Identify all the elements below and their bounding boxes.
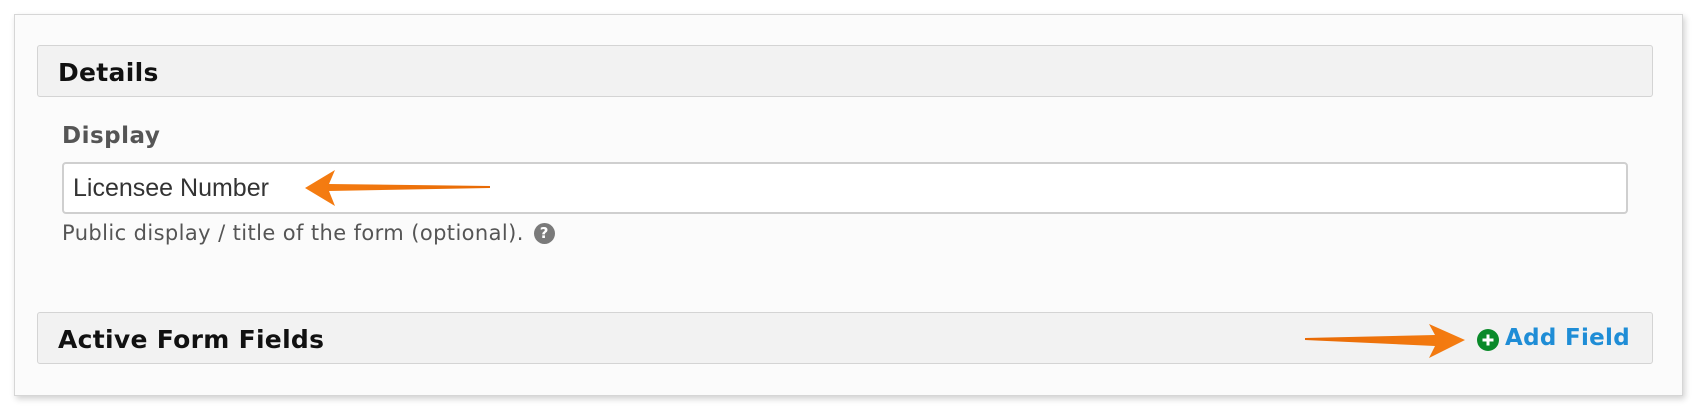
- details-section-title: Details: [58, 58, 159, 87]
- annotation-arrow-left: [305, 170, 490, 206]
- display-field-label: Display: [62, 123, 161, 149]
- active-form-fields-title: Active Form Fields: [58, 325, 325, 354]
- display-help-text: Public display / title of the form (opti…: [62, 221, 524, 245]
- display-input[interactable]: [62, 162, 1628, 214]
- add-field-button[interactable]: Add Field: [1477, 325, 1630, 351]
- details-section-header: Details: [37, 45, 1653, 97]
- add-field-label: Add Field: [1505, 325, 1630, 351]
- question-circle-icon[interactable]: ?: [533, 222, 555, 244]
- annotation-arrow-right: [1305, 324, 1465, 358]
- page: Details Display Public display / title o…: [0, 0, 1701, 415]
- plus-circle-icon: [1477, 328, 1500, 351]
- display-help: Public display / title of the form (opti…: [62, 221, 555, 245]
